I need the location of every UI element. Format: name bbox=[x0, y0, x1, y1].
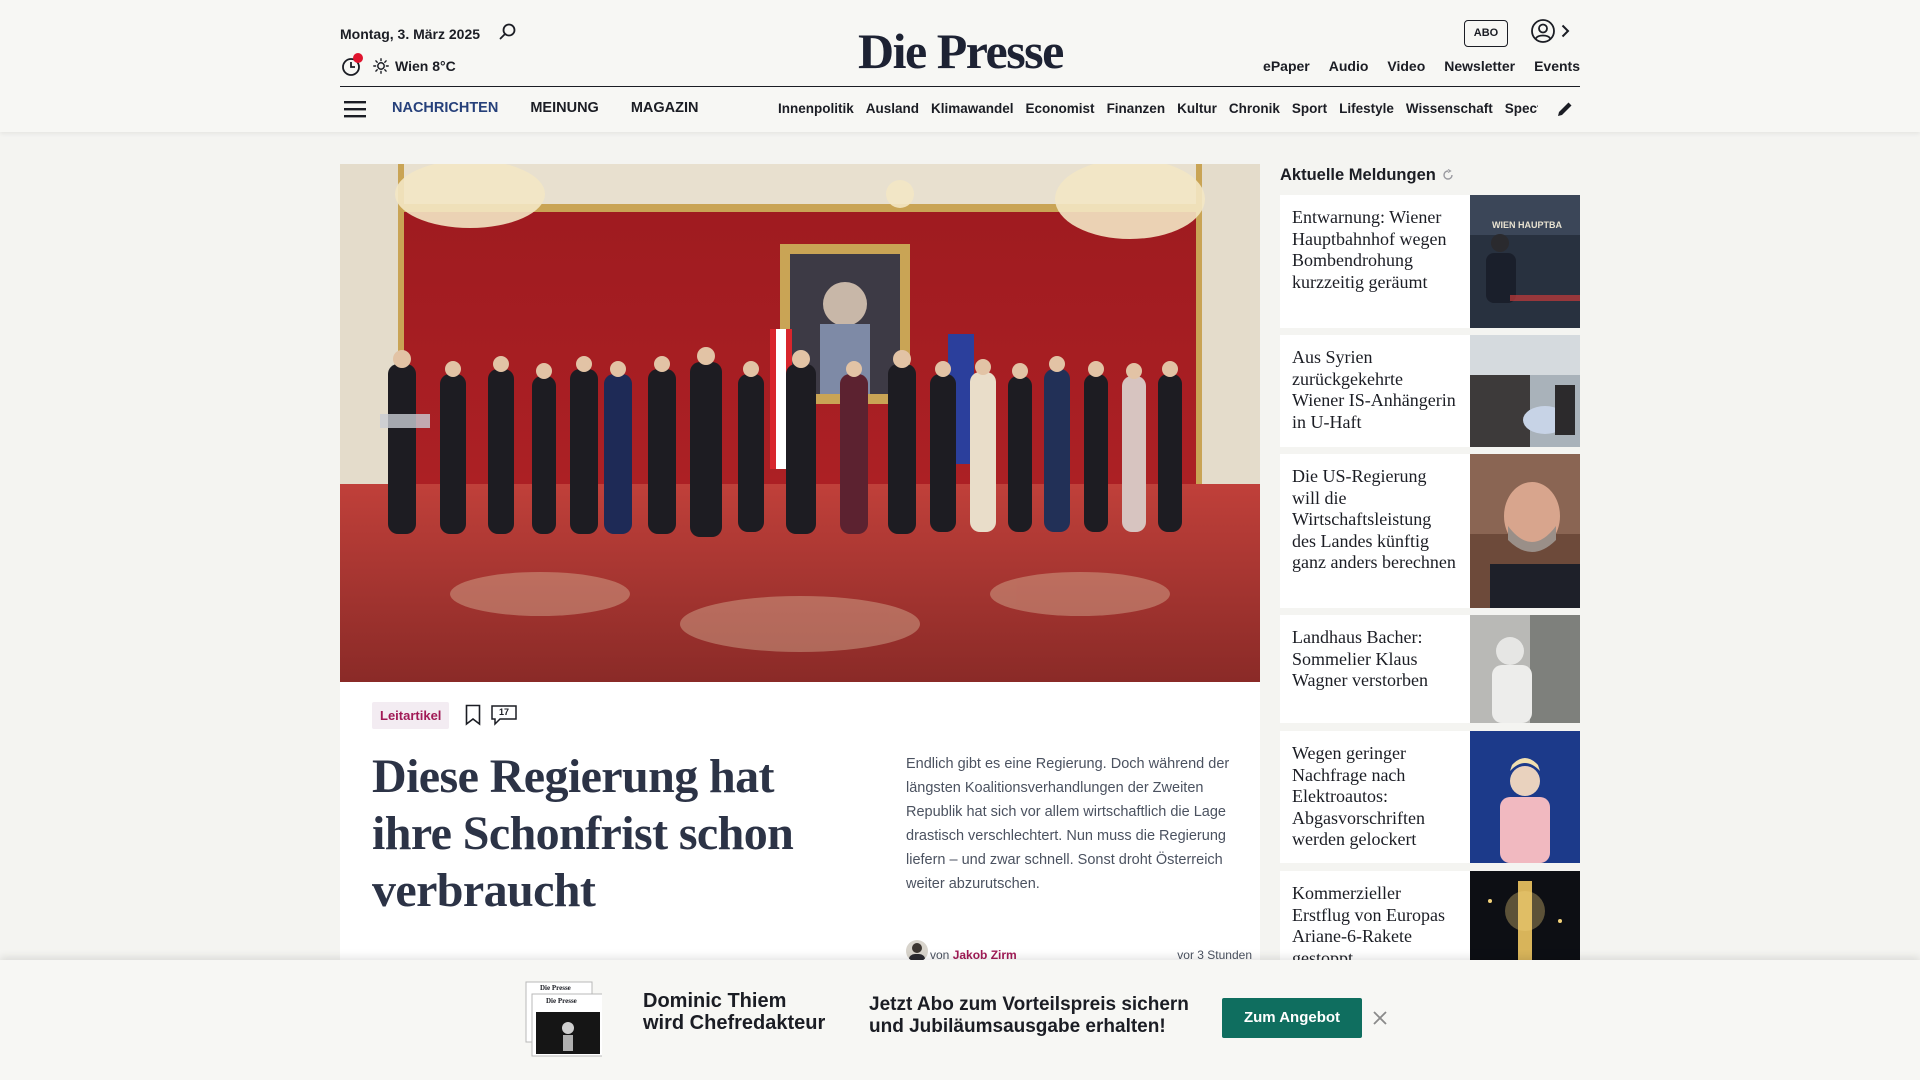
site-header: Montag, 3. März 2025 Wien 8°C Die Presse… bbox=[0, 0, 1920, 132]
section-lifestyle[interactable]: Lifestyle bbox=[1339, 101, 1394, 116]
sun-icon bbox=[373, 58, 389, 74]
offer-cta-button[interactable]: Zum Angebot bbox=[1222, 998, 1362, 1038]
news-item-title: Kommerzieller Erstflug von Europas Arian… bbox=[1292, 883, 1445, 968]
site-logo[interactable]: Die Presse bbox=[858, 22, 1064, 80]
sidebar-heading: Aktuelle Meldungen bbox=[1280, 166, 1454, 185]
paper-logo-front: Die Presse bbox=[546, 997, 577, 1005]
main-nav: NACHRICHTEN MEINUNG MAGAZIN bbox=[392, 100, 699, 116]
news-thumbnail-eu-commission bbox=[1470, 731, 1580, 863]
abo-button[interactable]: ABO bbox=[1464, 20, 1508, 47]
latest-news-sidebar: Aktuelle Meldungen Entwarnung: Wiener Ha… bbox=[1280, 164, 1580, 984]
section-wissenschaft[interactable]: Wissenschaft bbox=[1406, 101, 1493, 116]
section-economist[interactable]: Economist bbox=[1026, 101, 1095, 116]
nav-meinung[interactable]: MEINUNG bbox=[530, 100, 598, 116]
promo-offer-line1: Jetzt Abo zum Vorteilspreis sichern bbox=[869, 994, 1189, 1015]
toplink-video[interactable]: Video bbox=[1387, 58, 1425, 74]
newspaper-illustration: Die Presse Die Presse bbox=[525, 981, 602, 1057]
notification-bell[interactable] bbox=[340, 53, 363, 78]
section-spectrum[interactable]: Spectrum bbox=[1505, 101, 1538, 116]
search-icon[interactable] bbox=[498, 22, 518, 42]
news-item[interactable]: Aus Syrien zurückgekehrte Wiener IS-Anhä… bbox=[1280, 335, 1580, 447]
toplink-epaper[interactable]: ePaper bbox=[1263, 58, 1310, 74]
section-nav: Innenpolitik Ausland Klimawandel Economist F… bbox=[778, 101, 1538, 116]
news-item-title: Wegen geringer Nachfrage nach Elektroaut… bbox=[1292, 743, 1425, 850]
news-thumbnail-police: WIEN HAUPTBA bbox=[1470, 195, 1580, 328]
news-item[interactable]: Die US-Regierung will die Wirtschaftslei… bbox=[1280, 454, 1580, 608]
paper-logo-back: Die Presse bbox=[540, 984, 571, 992]
promo-title-line2: wird Chefredakteur bbox=[643, 1012, 826, 1034]
comment-count: 17 bbox=[498, 707, 509, 717]
news-item-title: Die US-Regierung will die Wirtschaftslei… bbox=[1292, 466, 1456, 573]
section-kultur[interactable]: Kultur bbox=[1177, 101, 1217, 116]
bookmark-icon[interactable] bbox=[464, 704, 482, 726]
hero-photo-illustration bbox=[340, 164, 1260, 682]
promo-offer-line2: und Jubiläumsausgabe erhalten! bbox=[869, 1016, 1166, 1037]
promo-title: Dominic Thiem wird Chefredakteur bbox=[643, 990, 825, 1034]
hero-photo-government-swearing-in[interactable] bbox=[340, 164, 1260, 682]
promo-title-line1: Dominic Thiem bbox=[643, 990, 787, 1012]
hamburger-menu-icon[interactable] bbox=[344, 100, 366, 118]
thumb-caption: WIEN HAUPTBA bbox=[1492, 220, 1562, 230]
notification-dot bbox=[353, 53, 363, 63]
section-innenpolitik[interactable]: Innenpolitik bbox=[778, 101, 854, 116]
toplink-events[interactable]: Events bbox=[1534, 58, 1580, 74]
news-item[interactable]: Entwarnung: Wiener Hauptbahnhof wegen Bo… bbox=[1280, 195, 1580, 328]
news-thumbnail-camp bbox=[1470, 335, 1580, 447]
news-thumbnail-sommelier bbox=[1470, 615, 1580, 723]
author-avatar bbox=[906, 940, 928, 962]
toplink-audio[interactable]: Audio bbox=[1329, 58, 1369, 74]
user-icon bbox=[1531, 19, 1555, 43]
weather-widget[interactable]: Wien 8°C bbox=[373, 58, 456, 74]
lead-headline[interactable]: Diese Regierung hat ihre Schonfrist scho… bbox=[372, 748, 812, 919]
lead-article-card[interactable]: Leitartikel 17 Diese Regierung hat ihre … bbox=[340, 682, 1260, 982]
close-icon[interactable] bbox=[1372, 1010, 1388, 1026]
top-links: ePaper Audio Video Newsletter Events bbox=[1263, 58, 1580, 74]
subscription-promo-banner: Die Presse Die Presse Dominic Thiem wird… bbox=[0, 960, 1920, 1080]
news-item[interactable]: Wegen geringer Nachfrage nach Elektroaut… bbox=[1280, 731, 1580, 863]
chevron-right-icon bbox=[1561, 24, 1570, 38]
sidebar-title: Aktuelle Meldungen bbox=[1280, 166, 1436, 184]
section-chronik[interactable]: Chronik bbox=[1229, 101, 1280, 116]
refresh-icon[interactable] bbox=[1442, 169, 1454, 181]
current-date: Montag, 3. März 2025 bbox=[340, 26, 481, 42]
pencil-icon[interactable] bbox=[1556, 100, 1574, 118]
header-inner: Montag, 3. März 2025 Wien 8°C Die Presse… bbox=[340, 0, 1580, 132]
lead-teaser: Endlich gibt es eine Regierung. Doch wäh… bbox=[906, 756, 1230, 892]
toplink-newsletter[interactable]: Newsletter bbox=[1444, 58, 1515, 74]
news-item-title: Entwarnung: Wiener Hauptbahnhof wegen Bo… bbox=[1292, 207, 1447, 292]
news-item-title: Aus Syrien zurückgekehrte Wiener IS-Anhä… bbox=[1292, 347, 1456, 432]
header-divider bbox=[340, 86, 1580, 87]
section-finanzen[interactable]: Finanzen bbox=[1107, 101, 1166, 116]
section-ausland[interactable]: Ausland bbox=[866, 101, 919, 116]
section-sport[interactable]: Sport bbox=[1292, 101, 1327, 116]
nav-magazin[interactable]: MAGAZIN bbox=[631, 100, 699, 116]
account-button[interactable] bbox=[1530, 18, 1570, 44]
article-kicker[interactable]: Leitartikel bbox=[372, 702, 450, 729]
news-item[interactable]: Landhaus Bacher: Sommelier Klaus Wagner … bbox=[1280, 615, 1580, 723]
nav-nachrichten[interactable]: NACHRICHTEN bbox=[392, 100, 498, 116]
section-klimawandel[interactable]: Klimawandel bbox=[931, 101, 1014, 116]
news-thumbnail-portrait bbox=[1470, 454, 1580, 608]
news-item-title: Landhaus Bacher: Sommelier Klaus Wagner … bbox=[1292, 627, 1428, 691]
weather-text: Wien 8°C bbox=[395, 58, 456, 74]
promo-offer: Jetzt Abo zum Vorteilspreis sichern und … bbox=[869, 994, 1189, 1038]
